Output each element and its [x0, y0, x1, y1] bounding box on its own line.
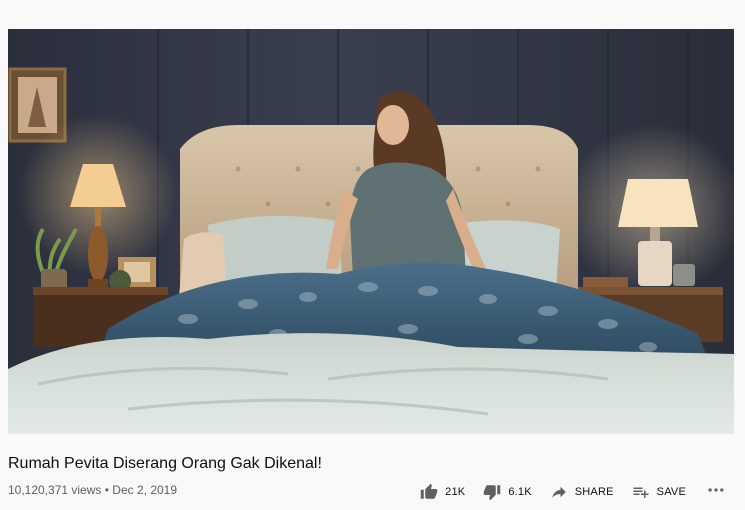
thumbs-down-icon: [483, 483, 501, 501]
video-actions: 21K 6.1K SHARE SAVE: [420, 482, 726, 502]
save-button[interactable]: SAVE: [632, 483, 686, 501]
video-player[interactable]: [8, 29, 734, 434]
video-stats: 10,120,371 views • Dec 2, 2019: [8, 483, 177, 497]
dislike-count: 6.1K: [508, 486, 532, 498]
share-arrow-icon: [550, 483, 568, 501]
share-button[interactable]: SHARE: [550, 483, 614, 501]
save-label: SAVE: [656, 486, 686, 498]
playlist-add-icon: [632, 483, 650, 501]
more-actions-button[interactable]: [706, 480, 726, 505]
view-count: 10,120,371 views: [8, 483, 102, 497]
dislike-button[interactable]: 6.1K: [483, 483, 532, 501]
like-count: 21K: [445, 486, 466, 498]
more-horizontal-icon: [706, 480, 726, 505]
like-button[interactable]: 21K: [420, 483, 465, 501]
video-title: Rumah Pevita Diserang Orang Gak Dikenal!: [8, 455, 322, 472]
thumbs-up-icon: [420, 483, 438, 501]
video-frame: [8, 29, 734, 434]
video-meta-row: 10,120,371 views • Dec 2, 2019 21K 6.1K: [8, 483, 734, 501]
video-page: Rumah Pevita Diserang Orang Gak Dikenal!…: [0, 0, 745, 510]
stats-separator: •: [104, 483, 109, 497]
share-label: SHARE: [574, 486, 614, 498]
upload-date: Dec 2, 2019: [112, 483, 178, 497]
